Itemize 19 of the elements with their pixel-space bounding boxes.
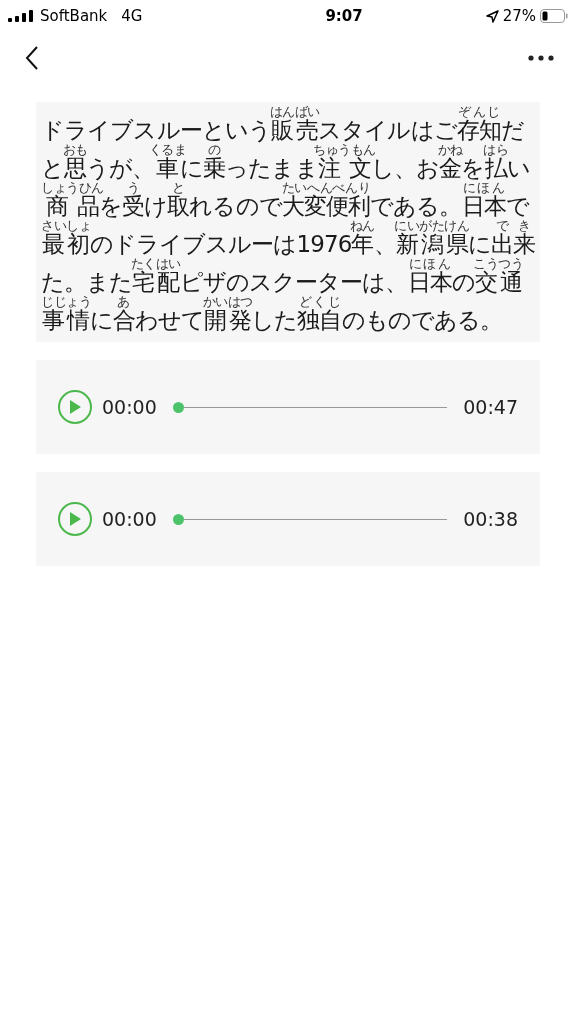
play-icon (68, 399, 82, 415)
carrier-name: SoftBank (40, 5, 108, 27)
duration: 00:47 (463, 394, 518, 420)
network-type: 4G (121, 5, 143, 27)
current-time: 00:00 (102, 506, 157, 532)
play-button[interactable] (58, 390, 92, 424)
play-button[interactable] (58, 502, 92, 536)
location-arrow-icon (485, 9, 499, 23)
play-icon (68, 511, 82, 527)
clock: 9:07 (325, 5, 363, 27)
battery-percentage: 27% (502, 5, 536, 27)
signal-icon (8, 10, 34, 22)
battery-icon (540, 9, 568, 23)
more-icon (528, 55, 554, 61)
duration: 00:38 (463, 506, 518, 532)
progress-thumb[interactable] (172, 513, 184, 525)
progress-thumb[interactable] (172, 401, 184, 413)
current-time: 00:00 (102, 394, 157, 420)
passage-text: ドライブスルーという 販売 はんばい スタイルはご存知 ぞんじ だ と 思 おも うが、車 くるま に乗 の ったまま 注文 ちゅうもん し、お金 かね を払 はら い 商品 しょうひん を受 う け取 と れるので大変便利 たいへんべんり である。日本 にほん で 最初 さいしょ のドライブスルーは1976年 ねん 、新潟県 にいがたけん に出来 でき た。また宅配 たくはい ピザのスクーターは、日本 にほん の交通 こうつう 事情 じじょう に合 あ わせて開発 かいはつ した独自 どくじ のものである。 (41, 106, 535, 334)
